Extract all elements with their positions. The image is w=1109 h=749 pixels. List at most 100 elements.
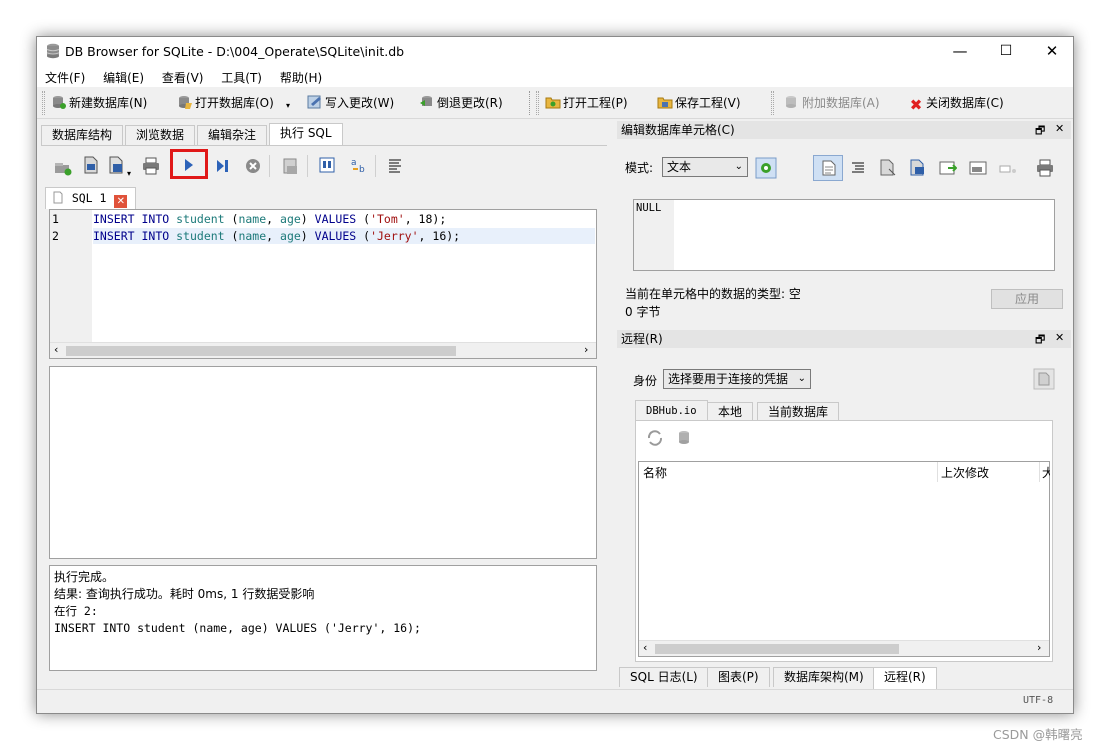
menu-edit[interactable]: 编辑(E) xyxy=(103,65,144,86)
open-in-external-app-icon[interactable] xyxy=(969,159,987,177)
find-text-icon[interactable] xyxy=(317,155,337,175)
set-as-null-icon[interactable] xyxy=(939,159,957,177)
sql-token: ( xyxy=(224,229,239,243)
auto-switch-mode-icon[interactable] xyxy=(755,157,777,179)
remote-dock: 远程(R) 🗗 ✕ 身份 选择要用于连接的凭据 ⌄ DBHub.io 本地 当前… xyxy=(617,330,1071,670)
maximize-button[interactable]: ☐ xyxy=(983,37,1029,65)
tab-remote[interactable]: 远程(R) xyxy=(873,667,937,689)
save-project-button[interactable]: 保存工程(V) xyxy=(657,93,741,113)
close-database-button[interactable]: ✖ 关闭数据库(C) xyxy=(908,93,1004,113)
open-sql-file-icon[interactable] xyxy=(81,155,101,175)
main-tabs: 数据库结构 浏览数据 编辑杂注 执行 SQL xyxy=(41,123,607,145)
column-header-last-modified[interactable]: 上次修改 xyxy=(941,464,989,481)
scroll-right-icon[interactable]: › xyxy=(1037,641,1041,654)
main-toolbar: 新建数据库(N) 打开数据库(O) ▾ 写入更改(W) 倒退更改(R) 打开工程… xyxy=(37,87,1073,119)
close-dock-icon[interactable]: ✕ xyxy=(1055,122,1064,135)
sql-token: , xyxy=(266,229,281,243)
find-replace-icon[interactable]: ab xyxy=(349,155,369,175)
sql-code-line[interactable]: INSERT INTO student (name, age) VALUES (… xyxy=(93,212,446,226)
scroll-left-icon[interactable]: ‹ xyxy=(643,641,647,654)
cell-value: NULL xyxy=(636,202,662,214)
toggle-null-icon[interactable] xyxy=(999,163,1017,175)
certificate-settings-icon[interactable] xyxy=(1033,368,1055,390)
execute-current-line-icon[interactable] xyxy=(213,156,233,176)
revert-changes-icon xyxy=(420,96,432,106)
menu-help[interactable]: 帮助(H) xyxy=(280,65,322,86)
toolbar-grip[interactable] xyxy=(536,91,539,115)
remote-tab-current-database[interactable]: 当前数据库 xyxy=(757,402,840,420)
save-results-view-icon[interactable] xyxy=(281,156,301,176)
indent-icon[interactable] xyxy=(851,161,865,175)
tab-db-schema[interactable]: 数据库架构(M) xyxy=(773,667,875,687)
export-file-icon[interactable] xyxy=(909,159,927,177)
menu-file[interactable]: 文件(F) xyxy=(45,65,85,86)
menu-tools[interactable]: 工具(T) xyxy=(221,65,262,86)
identity-select[interactable]: 选择要用于连接的凭据 ⌄ xyxy=(663,369,811,389)
toolbar-grip[interactable] xyxy=(771,91,774,115)
comment-block-icon[interactable] xyxy=(385,156,405,176)
write-changes-button[interactable]: 写入更改(W) xyxy=(307,93,394,113)
clone-database-icon[interactable] xyxy=(676,429,694,447)
mode-select[interactable]: 文本 ⌄ xyxy=(662,157,748,177)
open-database-button[interactable]: 打开数据库(O) xyxy=(177,93,274,113)
close-dock-icon[interactable]: ✕ xyxy=(1055,331,1064,344)
menu-view[interactable]: 查看(V) xyxy=(162,65,204,86)
sql-token: name xyxy=(238,229,267,243)
cell-value-editor[interactable]: NULL xyxy=(633,199,1055,271)
remote-tab-content: 名称 上次修改 大 ‹ › xyxy=(635,420,1053,662)
tab-sql-log[interactable]: SQL 日志(L) xyxy=(619,667,709,687)
remote-horizontal-scrollbar[interactable]: ‹ › xyxy=(639,640,1049,656)
revert-changes-button[interactable]: 倒退更改(R) xyxy=(419,93,503,113)
apply-button[interactable]: 应用 xyxy=(991,289,1063,309)
tab-database-structure[interactable]: 数据库结构 xyxy=(41,125,124,145)
sql-token: 'Jerry' xyxy=(370,229,419,243)
open-project-button[interactable]: 打开工程(P) xyxy=(545,93,628,113)
stop-execution-icon[interactable] xyxy=(243,156,263,176)
chevron-down-icon: ⌄ xyxy=(734,161,743,172)
sql-editor[interactable]: 1 2 INSERT INTO student (name, age) VALU… xyxy=(49,209,597,359)
sql-code-line[interactable]: INSERT INTO student (name, age) VALUES (… xyxy=(93,228,595,244)
editor-horizontal-scrollbar[interactable]: ‹ › xyxy=(50,342,596,358)
line-number: 2 xyxy=(52,229,59,243)
open-database-dropdown-icon[interactable]: ▾ xyxy=(286,101,290,110)
remote-tab-dbhub[interactable]: DBHub.io xyxy=(635,400,708,420)
results-grid[interactable] xyxy=(49,366,597,559)
new-database-button[interactable]: 新建数据库(N) xyxy=(51,93,147,113)
float-dock-icon[interactable]: 🗗 xyxy=(1035,122,1045,141)
scrollbar-thumb[interactable] xyxy=(66,346,456,356)
attach-database-button[interactable]: 附加数据库(A) xyxy=(784,93,880,113)
csdn-watermark: CSDN @韩曙亮 xyxy=(993,727,1083,742)
toolbar-grip[interactable] xyxy=(42,91,45,115)
sql-token: INTO xyxy=(141,229,170,243)
toolbar-separator xyxy=(529,91,530,115)
tab-plot[interactable]: 图表(P) xyxy=(707,667,770,687)
print-icon[interactable] xyxy=(141,156,161,176)
import-file-icon[interactable] xyxy=(879,159,897,177)
tab-execute-sql[interactable]: 执行 SQL xyxy=(269,123,343,145)
float-dock-icon[interactable]: 🗗 xyxy=(1035,331,1045,350)
scrollbar-thumb[interactable] xyxy=(655,644,899,654)
remote-tab-local[interactable]: 本地 xyxy=(707,402,754,420)
remote-file-list[interactable]: 名称 上次修改 大 ‹ › xyxy=(638,461,1050,657)
scroll-left-icon[interactable]: ‹ xyxy=(54,343,58,356)
column-header-size[interactable]: 大 xyxy=(1042,464,1050,481)
save-sql-file-icon[interactable] xyxy=(107,155,127,175)
sql-editor-tab[interactable]: SQL 1 ✕ xyxy=(45,187,137,209)
close-window-button[interactable]: ✕ xyxy=(1029,37,1075,65)
execute-all-icon[interactable] xyxy=(179,155,199,175)
sql-token: ) xyxy=(300,212,315,226)
open-project-label: 打开工程(P) xyxy=(563,96,628,110)
open-tab-icon[interactable] xyxy=(53,157,73,177)
refresh-icon[interactable] xyxy=(646,429,664,447)
app-window: DB Browser for SQLite - D:\004_Operate\S… xyxy=(36,36,1074,714)
tab-browse-data[interactable]: 浏览数据 xyxy=(125,125,196,145)
close-tab-icon[interactable]: ✕ xyxy=(114,195,128,208)
execution-message-pane[interactable]: 执行完成。 结果: 查询执行成功。耗时 0ms, 1 行数据受影响 在行 2: … xyxy=(49,565,597,671)
print-cell-icon[interactable] xyxy=(1035,159,1055,177)
minimize-button[interactable]: — xyxy=(937,37,983,65)
save-sql-dropdown-icon[interactable]: ▾ xyxy=(127,169,131,178)
word-wrap-toggle[interactable] xyxy=(813,155,843,181)
tab-edit-pragmas[interactable]: 编辑杂注 xyxy=(197,125,268,145)
scroll-right-icon[interactable]: › xyxy=(584,343,588,356)
column-header-name[interactable]: 名称 xyxy=(643,464,667,481)
